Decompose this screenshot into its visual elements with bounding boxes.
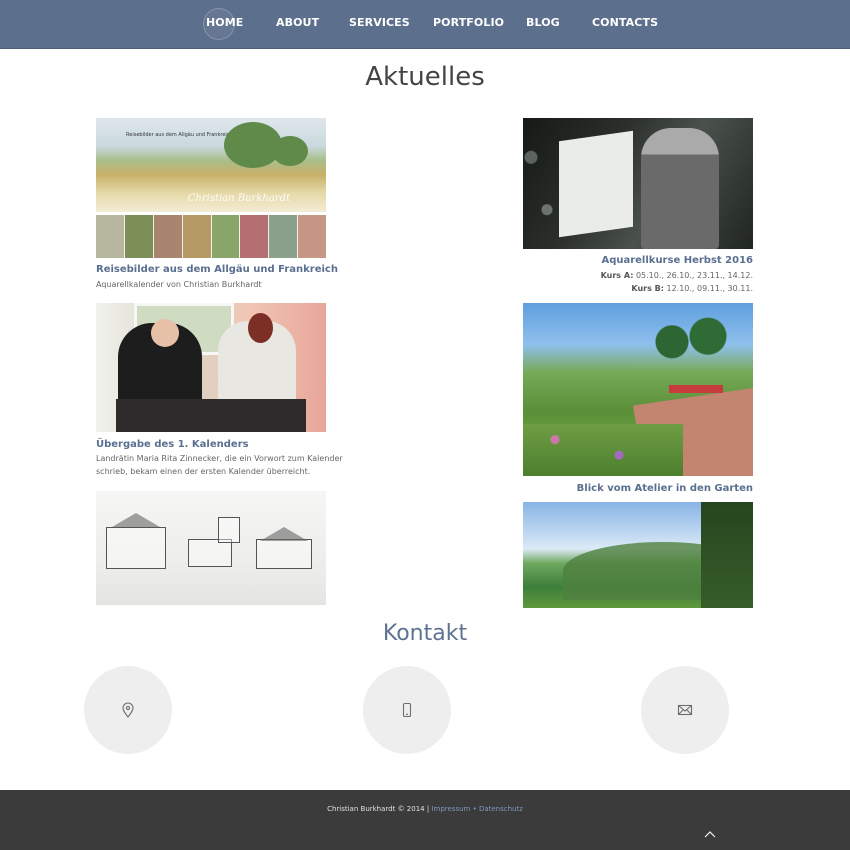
nav-about-link[interactable]: ABOUT	[276, 16, 319, 29]
course-b-label: Kurs B:	[631, 284, 664, 293]
painter-photo[interactable]	[523, 118, 753, 249]
nav-home-link[interactable]: HOME	[206, 16, 243, 29]
article-title-aquarellkurse[interactable]: Aquarellkurse Herbst 2016	[523, 255, 753, 266]
calendar-thumbnail	[240, 215, 270, 258]
copyright-text: Christian Burkhardt © 2014 |	[327, 805, 432, 813]
woman-head	[248, 313, 273, 343]
article-text-reisebilder: Aquarellkalender von Christian Burkhardt	[96, 280, 262, 289]
photo-foliage	[523, 118, 563, 249]
photo-table	[116, 399, 306, 432]
kontakt-heading: Kontakt	[382, 621, 468, 646]
sketch-roof	[260, 527, 308, 541]
article-text-uebergabe-line1: Landrätin Maria Rita Zinnecker, die ein …	[96, 454, 343, 463]
course-a-label: Kurs A:	[600, 271, 634, 280]
course-a-dates: Kurs A: 05.10., 26.10., 23.11., 14.12.	[523, 269, 753, 282]
nav-blog-link[interactable]: BLOG	[526, 16, 560, 29]
footer-text: Christian Burkhardt © 2014 | Impressum •…	[0, 805, 850, 813]
chevron-up-icon	[704, 831, 716, 838]
calendar-signature: Christian Burkhardt	[187, 193, 290, 204]
course-b-dates: Kurs B: 12.10., 09.11., 30.11.	[523, 282, 753, 295]
phone-button[interactable]	[363, 666, 451, 754]
village-sketch-image[interactable]	[96, 491, 326, 605]
garden-flowers	[523, 424, 683, 476]
landscape-tree	[701, 502, 753, 608]
sketch-house	[188, 539, 232, 567]
article-title-blick[interactable]: Blick vom Atelier in den Garten	[523, 483, 753, 494]
impressum-link[interactable]: Impressum	[431, 805, 470, 813]
location-pin-icon	[122, 702, 134, 718]
calendar-thumbnail	[298, 215, 326, 258]
calendar-cover-image[interactable]: Reisebilder aus dem Allgäu und Frankreic…	[96, 118, 326, 212]
man-head	[151, 319, 179, 347]
article-text-uebergabe-line2: schrieb, bekam einen der ersten Kalender…	[96, 467, 311, 476]
footer-separator: •	[470, 805, 479, 813]
top-navigation: HOME ABOUT SERVICES PORTFOLIO BLOG CONTA…	[0, 0, 850, 49]
datenschutz-link[interactable]: Datenschutz	[479, 805, 523, 813]
calendar-thumbnail	[211, 215, 241, 258]
sketch-house	[106, 527, 166, 569]
painting-tree	[272, 136, 308, 166]
course-a-value: 05.10., 26.10., 23.11., 14.12.	[635, 271, 753, 280]
mobile-phone-icon	[402, 702, 412, 718]
garden-trees	[645, 311, 735, 367]
painter-figure	[641, 128, 719, 249]
article-title-uebergabe[interactable]: Übergabe des 1. Kalenders	[96, 439, 249, 450]
envelope-icon	[677, 704, 693, 716]
sketch-house	[256, 539, 312, 569]
calendar-thumbnails-strip[interactable]	[96, 215, 326, 258]
garden-bench	[669, 385, 723, 393]
location-button[interactable]	[84, 666, 172, 754]
aktuelles-heading: Aktuelles	[365, 62, 485, 92]
nav-services-link[interactable]: SERVICES	[349, 16, 410, 29]
back-to-top-button[interactable]	[702, 825, 718, 838]
calendar-cover-caption: Reisebilder aus dem Allgäu und Frankreic…	[126, 132, 233, 138]
calendar-thumbnail	[153, 215, 183, 258]
calendar-thumbnail	[124, 215, 154, 258]
nav-contacts-link[interactable]: CONTACTS	[592, 16, 658, 29]
landscape-photo[interactable]	[523, 502, 753, 608]
email-button[interactable]	[641, 666, 729, 754]
garden-photo[interactable]	[523, 303, 753, 476]
calendar-thumbnail	[96, 215, 125, 258]
site-footer: Christian Burkhardt © 2014 | Impressum •…	[0, 790, 850, 850]
calendar-thumbnail	[182, 215, 212, 258]
calendar-handover-photo[interactable]	[96, 303, 326, 432]
calendar-thumbnail	[269, 215, 299, 258]
article-title-reisebilder[interactable]: Reisebilder aus dem Allgäu und Frankreic…	[96, 264, 338, 275]
sketch-roof	[112, 513, 160, 527]
painting-canvas	[559, 130, 633, 238]
nav-portfolio-link[interactable]: PORTFOLIO	[433, 16, 504, 29]
sketch-tower	[218, 517, 240, 543]
course-b-value: 12.10., 09.11., 30.11.	[666, 284, 753, 293]
